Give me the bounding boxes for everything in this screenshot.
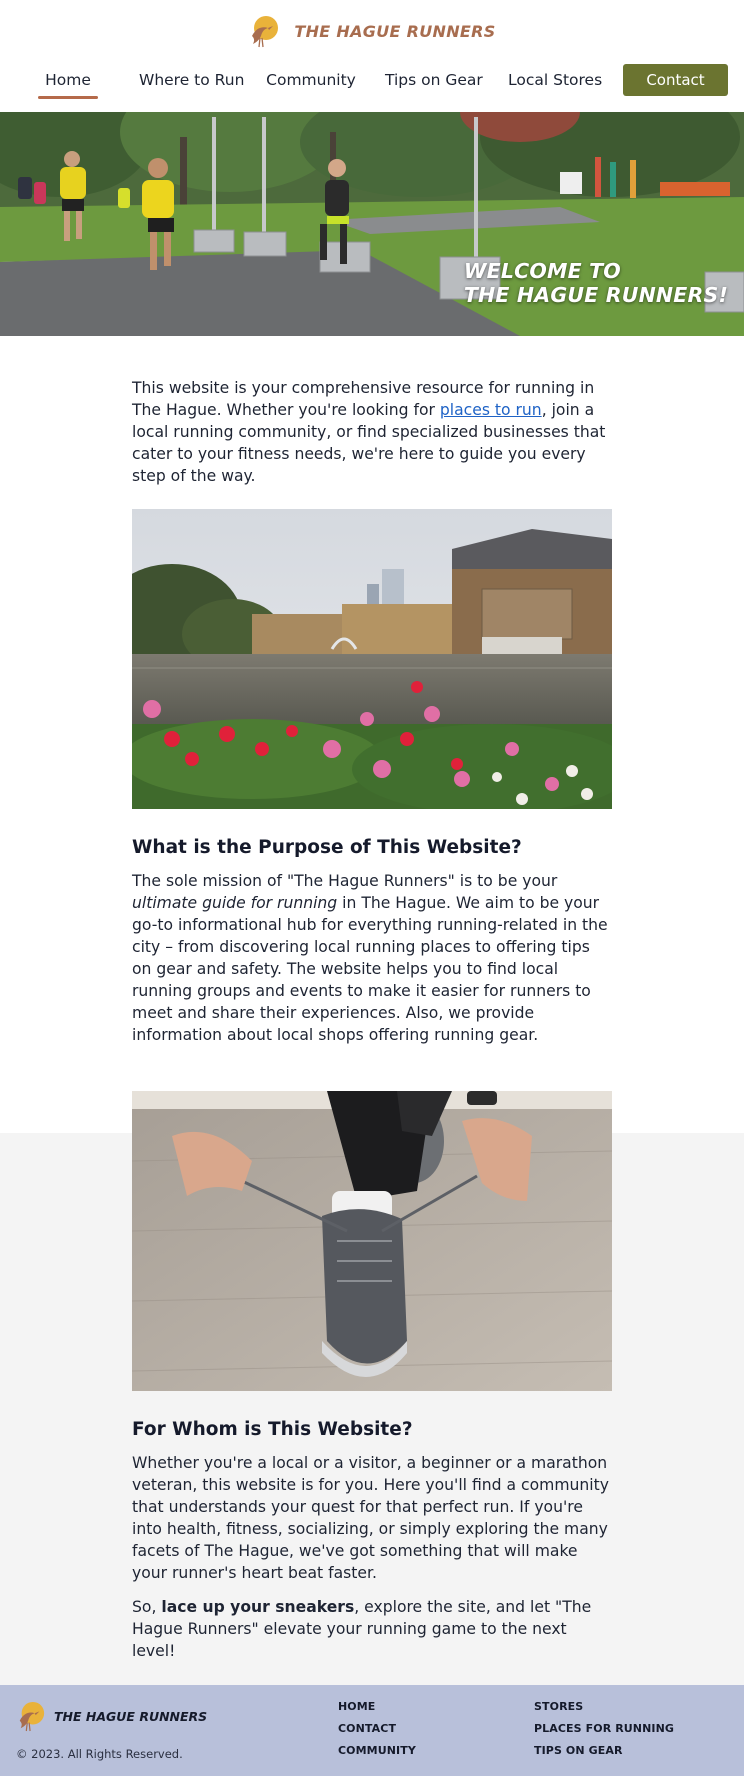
site-footer: THE HAGUE RUNNERS © 2023. All Rights Res… (0, 1685, 744, 1776)
contact-button[interactable]: Contact (623, 64, 728, 96)
purpose-paragraph: The sole mission of "The Hague Runners" … (132, 870, 612, 1046)
audience-paragraph-2: So, lace up your sneakers, explore the s… (132, 1596, 612, 1662)
bird-sun-icon (19, 1701, 45, 1732)
main-nav: Home Where to Run Community Tips on Gear… (0, 64, 744, 99)
audience-paragraph-1: Whether you're a local or a visitor, a b… (132, 1454, 609, 1582)
audience-heading: For Whom is This Website? (132, 1419, 413, 1440)
purpose-text-end: in The Hague. We aim to be your go-to in… (132, 894, 608, 1044)
footer-link-tips-on-gear[interactable]: TIPS ON GEAR (534, 1744, 623, 1757)
purpose-text-start: The sole mission of "The Hague Runners" … (132, 872, 558, 890)
footer-link-places-for-running[interactable]: PLACES FOR RUNNING (534, 1722, 674, 1735)
brand-name: THE HAGUE RUNNERS (294, 21, 496, 41)
site-header: THE HAGUE RUNNERS Home Where to Run Comm… (0, 0, 744, 112)
footer-brand[interactable]: THE HAGUE RUNNERS (16, 1700, 207, 1732)
footer-brand-name: THE HAGUE RUNNERS (54, 1708, 208, 1724)
binnenhof-photo (132, 509, 612, 809)
hero-title-line1: WELCOME TO (463, 259, 621, 283)
footer-link-contact[interactable]: CONTACT (338, 1722, 396, 1735)
audience-p2-start: So, (132, 1598, 162, 1616)
brand[interactable]: THE HAGUE RUNNERS (0, 14, 744, 48)
audience-p2-bold: lace up your sneakers (161, 1598, 355, 1616)
footer-link-stores[interactable]: STORES (534, 1700, 583, 1713)
intro-section: This website is your comprehensive resou… (132, 377, 612, 487)
footer-link-community[interactable]: COMMUNITY (338, 1744, 416, 1757)
footer-link-home[interactable]: HOME (338, 1700, 375, 1713)
hero-title-line2: THE HAGUE RUNNERS! (463, 283, 728, 307)
hero-banner: WELCOME TO THE HAGUE RUNNERS! (0, 112, 744, 336)
purpose-emphasis: ultimate guide for running (132, 894, 338, 912)
copyright: © 2023. All Rights Reserved. (16, 1747, 183, 1761)
hero-title: WELCOME TO THE HAGUE RUNNERS! (464, 259, 728, 307)
nav-item-where-to-run[interactable]: Where to Run (139, 64, 244, 96)
purpose-section: What is the Purpose of This Website? The… (132, 836, 612, 1046)
audience-section: For Whom is This Website? Whether you're… (132, 1418, 612, 1662)
intro-paragraph: This website is your comprehensive resou… (132, 377, 612, 487)
nav-item-local-stores[interactable]: Local Stores (508, 64, 602, 96)
nav-item-tips-on-gear[interactable]: Tips on Gear (385, 64, 483, 96)
places-to-run-link[interactable]: places to run (440, 401, 542, 419)
purpose-heading: What is the Purpose of This Website? (132, 837, 522, 858)
bird-sun-icon (252, 16, 279, 48)
nav-item-home[interactable]: Home (38, 64, 98, 99)
nav-item-community[interactable]: Community (265, 64, 357, 96)
lacing-shoes-photo (132, 1091, 612, 1391)
